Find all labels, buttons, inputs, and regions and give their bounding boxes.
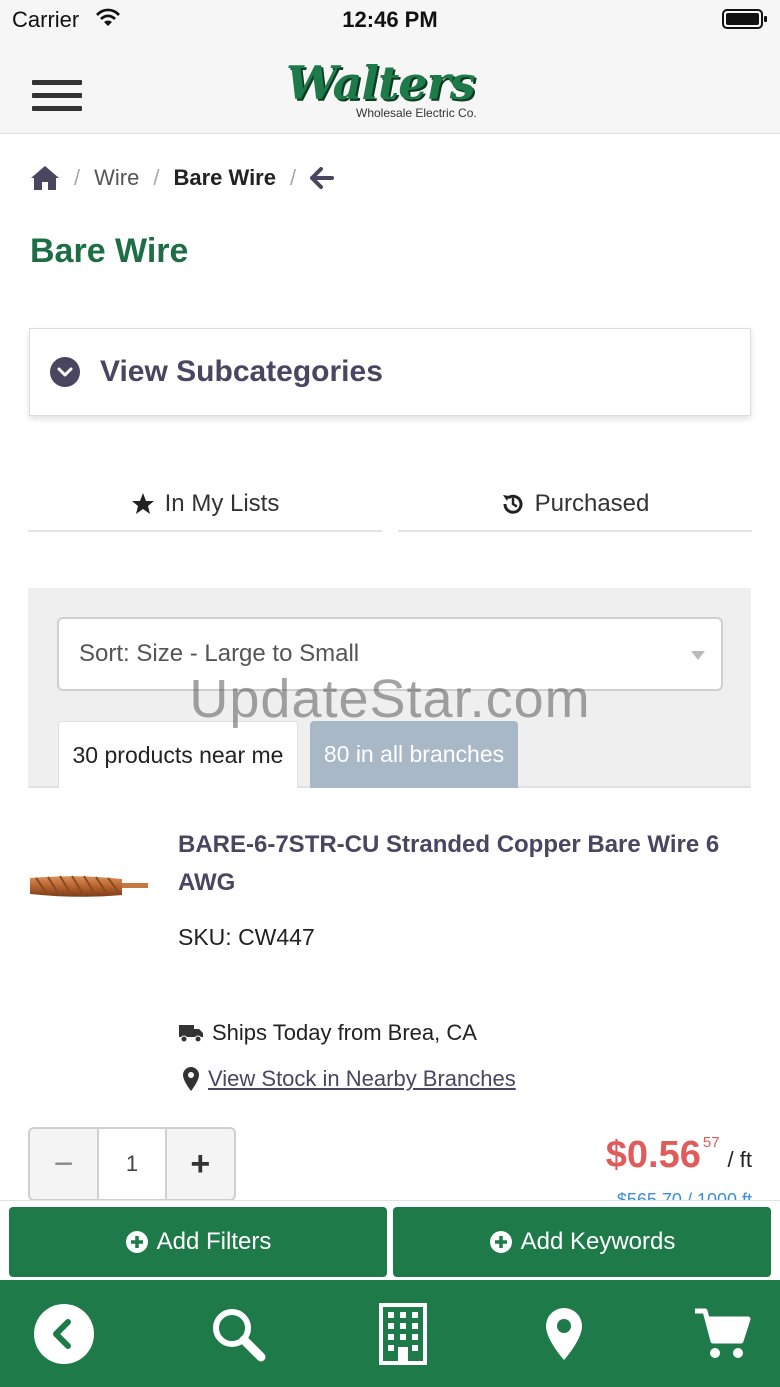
back-arrow-icon[interactable] [310, 167, 335, 189]
tab-in-my-lists[interactable]: In My Lists [28, 478, 382, 532]
shipping-text: Ships Today from Brea, CA [212, 1020, 477, 1045]
add-filters-button[interactable]: Add Filters [9, 1207, 387, 1277]
tab-purchased[interactable]: Purchased [398, 478, 752, 532]
chevron-down-icon [50, 357, 80, 387]
star-icon [131, 492, 155, 516]
logo-script: Walters [286, 56, 476, 110]
quantity-field[interactable]: 1 [97, 1129, 167, 1199]
search-button[interactable] [198, 1294, 278, 1374]
increase-quantity-button[interactable]: + [167, 1129, 234, 1199]
add-keywords-label: Add Keywords [520, 1228, 676, 1255]
locations-button[interactable] [524, 1294, 604, 1374]
app-header: Walters Wholesale Electric Co. [0, 40, 780, 134]
home-icon[interactable] [30, 165, 60, 191]
shipping-info: Ships Today from Brea, CA [178, 1020, 477, 1046]
walters-logo[interactable]: Walters Wholesale Electric Co. [286, 58, 496, 128]
tab-in-my-lists-label: In My Lists [164, 490, 280, 517]
logo-subtitle: Wholesale Electric Co. [356, 106, 477, 120]
add-filters-label: Add Filters [156, 1228, 272, 1255]
sort-select-value: Sort: Size - Large to Small [79, 640, 360, 667]
back-circle-icon [34, 1304, 94, 1364]
stock-link-row: View Stock in Nearby Branches [182, 1066, 516, 1092]
breadcrumb-bare-wire: Bare Wire [173, 165, 276, 190]
map-pin-icon [182, 1066, 200, 1092]
plus-circle-icon [489, 1230, 513, 1254]
action-bar: Add Filters Add Keywords [0, 1200, 780, 1280]
cart-icon [695, 1308, 751, 1358]
price-cents: 57 [702, 1134, 720, 1151]
add-keywords-button[interactable]: Add Keywords [393, 1207, 771, 1277]
bottom-nav [0, 1280, 780, 1387]
building-icon [379, 1303, 427, 1365]
breadcrumb: / Wire / Bare Wire / [30, 158, 335, 198]
sort-select[interactable]: Sort: Size - Large to Small [57, 617, 723, 691]
breadcrumb-separator: / [289, 165, 297, 190]
location-pin-icon [546, 1308, 582, 1360]
product-title-link[interactable]: BARE-6-7STR-CU Stranded Copper Bare Wire… [178, 826, 738, 902]
tab-all-branches[interactable]: 80 in all branches [310, 721, 518, 788]
tab-purchased-label: Purchased [534, 490, 650, 517]
branches-button[interactable] [363, 1294, 443, 1374]
history-icon [501, 492, 525, 516]
search-icon [213, 1309, 266, 1362]
cart-button[interactable] [682, 1294, 762, 1374]
page-title: Bare Wire [30, 232, 189, 270]
product-price: $0.56 57 / ft [606, 1134, 752, 1177]
price-unit: / ft [727, 1147, 752, 1172]
battery-icon [722, 8, 768, 36]
decrease-quantity-button[interactable]: − [30, 1129, 97, 1199]
product-sku: SKU: CW447 [178, 924, 315, 950]
breadcrumb-separator: / [74, 165, 81, 190]
subcategories-label: View Subcategories [100, 355, 383, 388]
view-subcategories-toggle[interactable]: View Subcategories [29, 328, 751, 416]
product-image[interactable] [28, 868, 150, 904]
clock: 12:46 PM [342, 7, 438, 32]
breadcrumb-separator: / [153, 165, 160, 190]
menu-icon[interactable] [32, 80, 82, 116]
status-bar: Carrier 12:46 PM [0, 0, 780, 40]
plus-circle-icon [125, 1230, 149, 1254]
breadcrumb-wire[interactable]: Wire [94, 165, 139, 191]
sort-panel: Sort: Size - Large to Small 30 products … [28, 588, 751, 788]
price-dollars: $0.56 [605, 1134, 701, 1176]
back-button[interactable] [24, 1294, 104, 1374]
view-stock-link[interactable]: View Stock in Nearby Branches [208, 1066, 516, 1092]
quantity-stepper: − 1 + [28, 1127, 236, 1201]
dropdown-caret-icon [691, 651, 705, 660]
tab-near-me[interactable]: 30 products near me [58, 721, 298, 788]
truck-icon [178, 1023, 204, 1043]
